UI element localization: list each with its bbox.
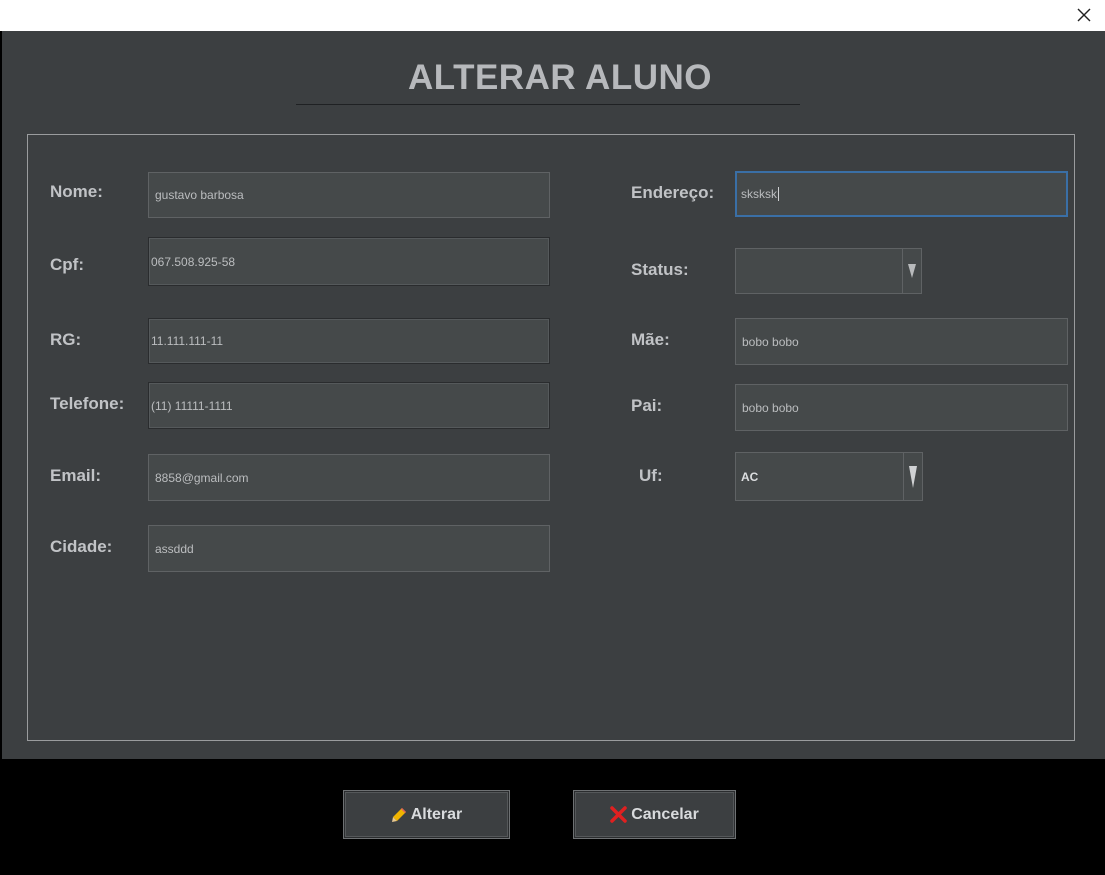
nome-input[interactable]: gustavo barbosa [148,172,550,218]
mae-label: Mãe: [631,330,670,349]
uf-label: Uf: [639,466,663,485]
form-panel [27,134,1075,741]
close-icon[interactable] [1075,6,1093,24]
mae-input[interactable]: bobo bobo [735,318,1068,365]
status-select[interactable] [735,248,922,294]
pencil-icon [391,807,407,823]
rg-input[interactable]: 11.111.111-11 [148,318,550,364]
cidade-input[interactable]: assddd [148,525,550,572]
page-title: ALTERAR ALUNO [408,58,712,97]
red-x-icon [610,806,627,823]
telefone-input[interactable]: (11) 11111-1111 [148,382,550,429]
uf-value: AC [741,469,759,484]
endereco-label: Endereço: [631,183,715,202]
endereco-value: sksksk [741,187,777,201]
chevron-down-icon[interactable] [903,453,922,500]
endereco-input[interactable]: sksksk [735,171,1068,217]
email-input[interactable]: 8858@gmail.com [148,454,550,501]
cpf-label: Cpf: [50,255,84,274]
window-titlebar [0,0,1105,31]
cidade-label: Cidade: [50,537,113,556]
pai-input[interactable]: bobo bobo [735,384,1068,431]
button-bar: Alterar Cancelar [0,759,1105,875]
uf-select[interactable]: AC [735,452,923,501]
chevron-down-icon[interactable] [902,249,921,293]
cancelar-button[interactable]: Cancelar [573,790,736,839]
cpf-input[interactable]: 067.508.925-58 [148,237,550,286]
status-label: Status: [631,260,689,279]
pai-label: Pai: [631,396,663,415]
main-panel: ALTERAR ALUNO Nome: gustavo barbosa Cpf:… [2,31,1105,759]
email-label: Email: [50,466,102,485]
rg-label: RG: [50,330,82,349]
telefone-label: Telefone: [50,394,125,413]
title-divider [296,104,800,105]
nome-label: Nome: [50,182,103,201]
alterar-button[interactable]: Alterar [343,790,510,839]
alterar-label: Alterar [410,805,463,823]
text-caret [778,187,779,201]
cancelar-label: Cancelar [631,805,699,823]
